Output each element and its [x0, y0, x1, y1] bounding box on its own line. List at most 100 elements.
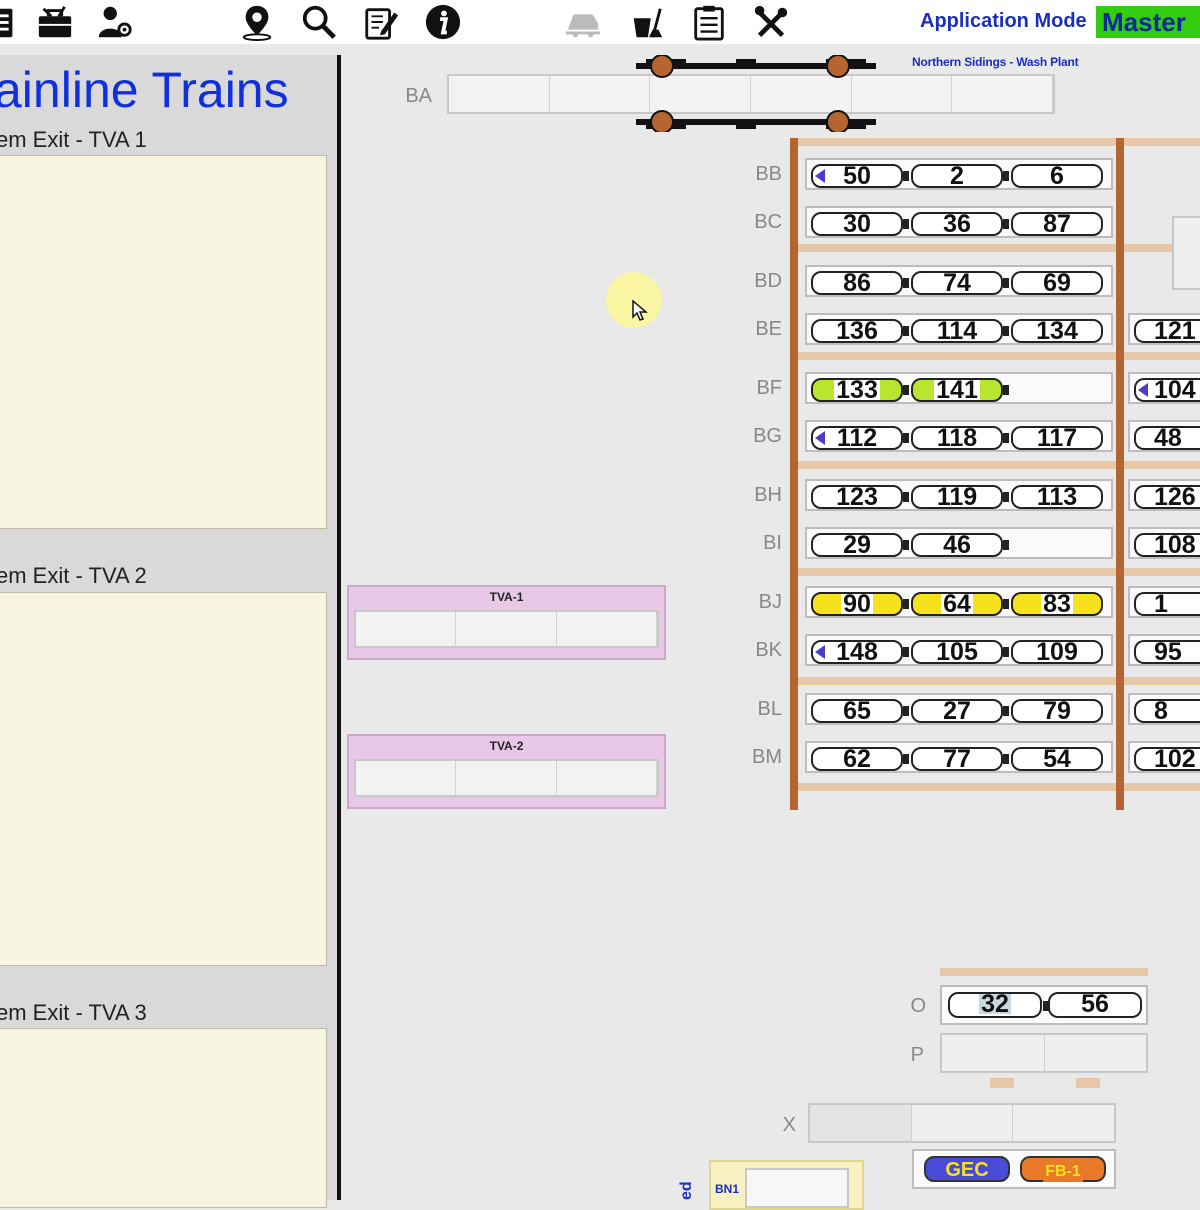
- edit-notes-icon[interactable]: [360, 2, 402, 42]
- clipboard-icon[interactable]: [0, 2, 22, 42]
- wagon-bi-east[interactable]: 108: [1134, 533, 1200, 558]
- bn1-slot[interactable]: [745, 1168, 849, 1208]
- tva-1-slot[interactable]: [354, 610, 659, 648]
- track-bl[interactable]: 65 27 79: [805, 693, 1113, 725]
- tva-2-area[interactable]: TVA-2: [347, 734, 666, 809]
- exit-list-tva1[interactable]: [0, 155, 327, 529]
- track-be[interactable]: 136 114 134: [805, 313, 1113, 345]
- track-bd[interactable]: 86 74 69: [805, 265, 1113, 297]
- track-bj-east[interactable]: 1: [1128, 586, 1200, 618]
- track-bi-east[interactable]: 108: [1128, 527, 1200, 559]
- wagon-bh-east[interactable]: 126: [1134, 485, 1200, 510]
- wagon-bl-3[interactable]: 79: [1011, 699, 1103, 724]
- track-bl-east[interactable]: 8: [1128, 693, 1200, 725]
- wagon-be-1[interactable]: 136: [811, 319, 903, 344]
- wagon-bl-1[interactable]: 65: [811, 699, 903, 724]
- toolbox-icon[interactable]: [34, 2, 76, 42]
- coupler: [1003, 599, 1009, 609]
- wagon-bh-3[interactable]: 113: [1011, 485, 1103, 510]
- track-p[interactable]: [940, 1033, 1148, 1073]
- wagon-number: 8: [1152, 697, 1170, 725]
- wagon-bd-1[interactable]: 86: [811, 271, 903, 296]
- wagon-bh-2[interactable]: 119: [911, 485, 1003, 510]
- wagon-bb-3[interactable]: 6: [1011, 164, 1103, 189]
- wagon-number: 104: [1152, 376, 1198, 404]
- tva-1-area[interactable]: TVA-1: [347, 585, 666, 660]
- wagon-bj-1[interactable]: 90: [811, 592, 903, 617]
- wagon-bk-3[interactable]: 109: [1011, 640, 1103, 665]
- checklist-icon[interactable]: [688, 2, 730, 42]
- wagon-bj-east[interactable]: 1: [1134, 592, 1200, 617]
- track-bb[interactable]: 50 2 6: [805, 158, 1113, 190]
- coupler: [1003, 433, 1009, 443]
- track-bg[interactable]: 112 118 117: [805, 420, 1113, 452]
- tools-icon[interactable]: [750, 2, 792, 42]
- wagon-bk-2[interactable]: 105: [911, 640, 1003, 665]
- wagon-bi-2[interactable]: 46: [911, 533, 1003, 558]
- wagon-be-2[interactable]: 114: [911, 317, 1003, 345]
- wagon-bb-1[interactable]: 50: [811, 164, 903, 189]
- map-pin-icon[interactable]: [236, 2, 278, 42]
- wagon-bh-1[interactable]: 123: [811, 485, 903, 510]
- wagon-bf-1[interactable]: 133: [811, 378, 903, 403]
- wagon-o-1[interactable]: 32: [948, 992, 1042, 1018]
- wagon-bm-2[interactable]: 77: [911, 747, 1003, 772]
- track-bf[interactable]: 133 141: [805, 372, 1113, 404]
- track-x[interactable]: [808, 1103, 1116, 1143]
- wagon-number: 148: [834, 638, 880, 666]
- wagon-bg-east[interactable]: 48: [1134, 426, 1200, 451]
- wagon-bg-2[interactable]: 118: [911, 426, 1003, 451]
- track-bm-east[interactable]: 102: [1128, 741, 1200, 773]
- exit-list-tva2[interactable]: [0, 592, 327, 966]
- wagon-bd-3[interactable]: 69: [1011, 271, 1103, 296]
- wagon-number: 114: [934, 317, 980, 345]
- track-bm[interactable]: 62 77 54: [805, 741, 1113, 773]
- loco-gec[interactable]: GEC: [924, 1156, 1010, 1182]
- track-bi[interactable]: 29 46: [805, 527, 1113, 559]
- track-be-east[interactable]: 121: [1128, 313, 1200, 345]
- wagon-bj-3[interactable]: 83: [1011, 592, 1103, 617]
- loco-fb1[interactable]: FB-1: [1020, 1156, 1106, 1182]
- track-bf-east[interactable]: 104: [1128, 372, 1200, 404]
- wagon-bf-2[interactable]: 141: [911, 378, 1003, 403]
- wagon-bc-2[interactable]: 36: [911, 212, 1003, 237]
- wagon-bg-3[interactable]: 117: [1011, 426, 1103, 451]
- wagon-bc-1[interactable]: 30: [811, 212, 903, 237]
- wagon-bf-east[interactable]: 104: [1134, 376, 1200, 404]
- info-icon[interactable]: [422, 2, 464, 42]
- exit-list-tva3[interactable]: [0, 1028, 327, 1208]
- wagon-be-3[interactable]: 134: [1011, 319, 1103, 344]
- wagon-bl-2[interactable]: 27: [911, 699, 1003, 724]
- wagon-bd-2[interactable]: 74: [911, 271, 1003, 296]
- wagon-bb-2[interactable]: 2: [911, 164, 1003, 189]
- track-bc[interactable]: 30 36 87: [805, 206, 1113, 238]
- track-bh-east[interactable]: 126: [1128, 479, 1200, 511]
- search-icon[interactable]: [298, 2, 340, 42]
- wagon-number: 112: [834, 424, 880, 452]
- track-bh[interactable]: 123 119 113: [805, 479, 1113, 511]
- track-bk-east[interactable]: 95: [1128, 634, 1200, 666]
- wagon-bm-3[interactable]: 54: [1011, 747, 1103, 772]
- wagon-bl-east[interactable]: 8: [1134, 697, 1200, 725]
- wagon-bk-east[interactable]: 95: [1134, 640, 1200, 665]
- tva-2-slot[interactable]: [354, 759, 659, 797]
- wagon-bk-1[interactable]: 148: [811, 638, 903, 666]
- wagon-bm-east[interactable]: 102: [1134, 747, 1200, 772]
- wagon-o-2[interactable]: 56: [1048, 992, 1142, 1018]
- track-bj[interactable]: 90 64 83: [805, 586, 1113, 618]
- wagon-bm-1[interactable]: 62: [811, 747, 903, 772]
- wagon-bj-2[interactable]: 64: [911, 592, 1003, 617]
- locomotives-track[interactable]: GEC FB-1: [912, 1149, 1116, 1189]
- cleaning-icon[interactable]: [626, 2, 668, 42]
- wagon-bc-3[interactable]: 87: [1011, 212, 1103, 237]
- wagon-bg-1[interactable]: 112: [811, 424, 903, 452]
- track-bk[interactable]: 148 105 109: [805, 634, 1113, 666]
- coupler: [1003, 540, 1009, 550]
- application-mode-value[interactable]: Master: [1096, 6, 1200, 38]
- wagon-bi-1[interactable]: 29: [811, 533, 903, 558]
- user-settings-icon[interactable]: [94, 2, 136, 42]
- track-o[interactable]: 32 56: [940, 985, 1148, 1025]
- wagon-be-east[interactable]: 121: [1134, 319, 1200, 344]
- bn1-area[interactable]: BN1: [709, 1160, 864, 1210]
- track-bg-east[interactable]: 48: [1128, 420, 1200, 452]
